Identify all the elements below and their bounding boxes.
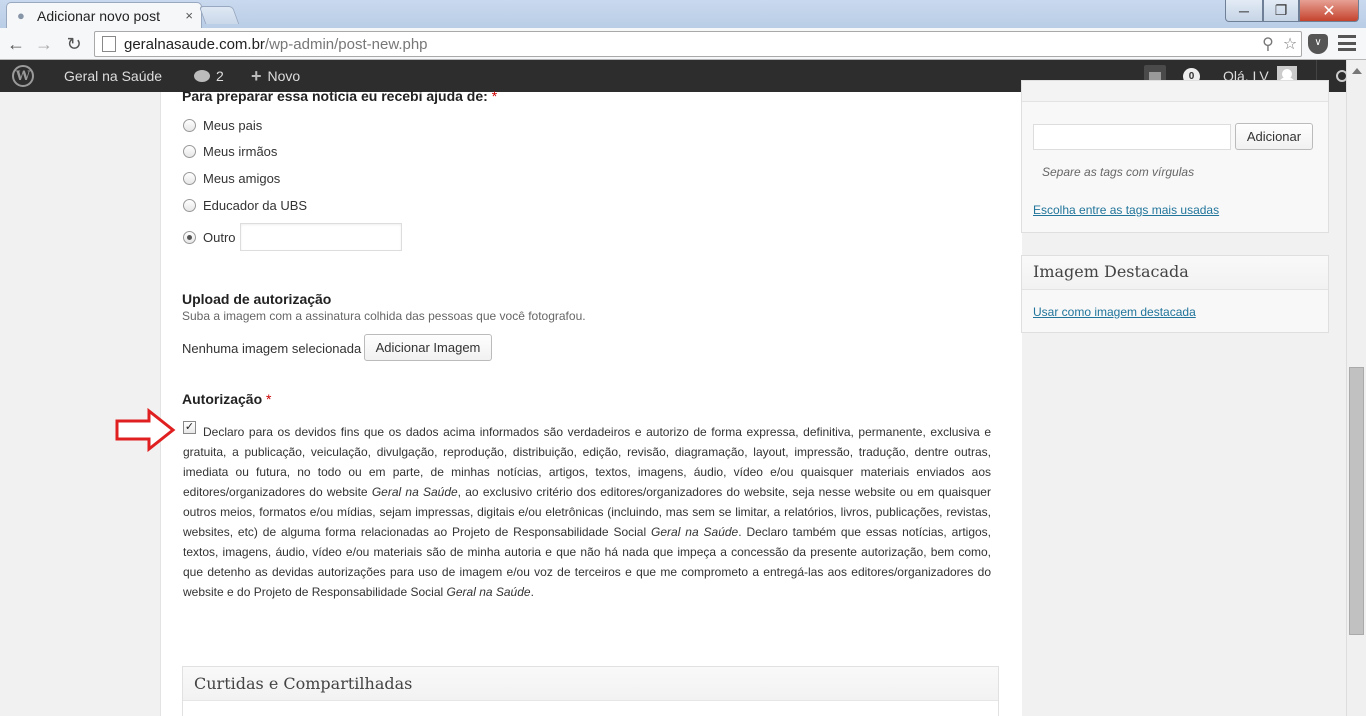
browser-tab[interactable]: ● Adicionar novo post × <box>6 2 202 28</box>
radio-button[interactable] <box>183 145 196 158</box>
close-window-button[interactable]: ✕ <box>1299 0 1359 22</box>
authorization-label: Autorização * <box>182 391 272 407</box>
browser-titlebar: ● Adicionar novo post × ─ ❐ ✕ <box>0 0 1366 28</box>
forward-button[interactable]: → <box>32 32 56 56</box>
url-domain: geralnasaude.com.br <box>124 35 265 53</box>
minimize-button[interactable]: ─ <box>1225 0 1263 22</box>
browser-menu-icon[interactable] <box>1338 35 1356 51</box>
curtidas-title[interactable]: Curtidas e Compartilhadas <box>183 667 998 701</box>
curtidas-metabox: Curtidas e Compartilhadas <box>182 666 999 716</box>
close-icon: ✕ <box>1322 2 1336 20</box>
reload-button[interactable]: ↻ <box>62 32 86 56</box>
admin-bar-site-link[interactable]: Geral na Saúde <box>64 60 162 92</box>
scroll-up-icon[interactable] <box>1352 68 1362 74</box>
radio-button[interactable] <box>183 119 196 132</box>
other-text-input[interactable] <box>239 223 402 251</box>
minimize-icon: ─ <box>1239 2 1249 19</box>
arrow-right-icon: → <box>35 33 53 54</box>
page-scrollbar[interactable] <box>1346 60 1366 716</box>
radio-option-outro[interactable]: Outro <box>183 223 402 251</box>
scrollbar-thumb[interactable] <box>1349 367 1364 635</box>
browser-toolbar: ← → ↻ geralnasaude.com.br/wp-admin/post-… <box>0 28 1366 60</box>
pocket-icon[interactable]: ∨ <box>1308 34 1328 54</box>
radio-button[interactable] <box>183 172 196 185</box>
popular-tags-link[interactable]: Escolha entre as tags mais usadas <box>1033 203 1219 217</box>
featured-image-metabox: Imagem Destacada <box>1021 255 1329 333</box>
upload-label: Upload de autorização <box>182 291 332 307</box>
red-arrow-annotation <box>115 408 176 452</box>
tag-hint: Separe as tags com vírgulas <box>1042 165 1195 179</box>
tag-input[interactable] <box>1033 124 1231 150</box>
bookmark-star-icon[interactable]: ☆ <box>1279 34 1301 54</box>
url-text[interactable]: geralnasaude.com.br/wp-admin/post-new.ph… <box>124 36 1257 53</box>
maximize-button[interactable]: ❐ <box>1263 0 1299 22</box>
back-button[interactable]: ← <box>4 32 28 56</box>
radio-option-pais[interactable]: Meus pais <box>183 118 262 133</box>
tab-title: Adicionar novo post <box>37 7 160 24</box>
comment-bubble-icon <box>194 70 210 82</box>
restore-icon: ❐ <box>1274 2 1288 18</box>
add-image-button[interactable]: Adicionar Imagem <box>364 334 492 361</box>
upload-description: Suba a imagem com a assinatura colhida d… <box>182 309 586 323</box>
plus-icon: + <box>251 65 262 86</box>
tab-close-icon[interactable]: × <box>185 8 193 23</box>
upload-status: Nenhuma imagem selecionada <box>182 341 362 356</box>
new-label: Novo <box>267 68 301 84</box>
featured-image-title[interactable]: Imagem Destacada <box>1022 256 1328 290</box>
address-bar[interactable]: geralnasaude.com.br/wp-admin/post-new.ph… <box>94 31 1302 57</box>
set-featured-image-link[interactable]: Usar como imagem destacada <box>1033 305 1196 319</box>
radio-option-amigos[interactable]: Meus amigos <box>183 171 280 186</box>
radio-option-educador[interactable]: Educador da UBS <box>183 198 307 213</box>
radio-button[interactable] <box>183 199 196 212</box>
new-tab-button[interactable] <box>198 6 240 24</box>
arrow-left-icon: ← <box>7 33 25 54</box>
authorization-text: Declaro para os devidos fins que os dado… <box>183 425 991 599</box>
page-icon <box>102 36 116 52</box>
help-question-label: Para preparar essa notícia eu recebi aju… <box>182 88 498 104</box>
radio-option-irmaos[interactable]: Meus irmãos <box>183 144 277 159</box>
reload-icon: ↻ <box>66 33 82 54</box>
post-editor-main <box>160 92 1022 716</box>
radio-button-selected[interactable] <box>183 230 196 244</box>
wordpress-logo-icon[interactable]: W <box>12 60 36 92</box>
comments-count: 2 <box>216 68 224 84</box>
zoom-icon[interactable]: ⚲ <box>1257 34 1279 54</box>
user-icon: ● <box>17 7 25 23</box>
url-path: /wp-admin/post-new.php <box>264 35 428 53</box>
add-tag-button[interactable]: Adicionar <box>1235 123 1313 150</box>
